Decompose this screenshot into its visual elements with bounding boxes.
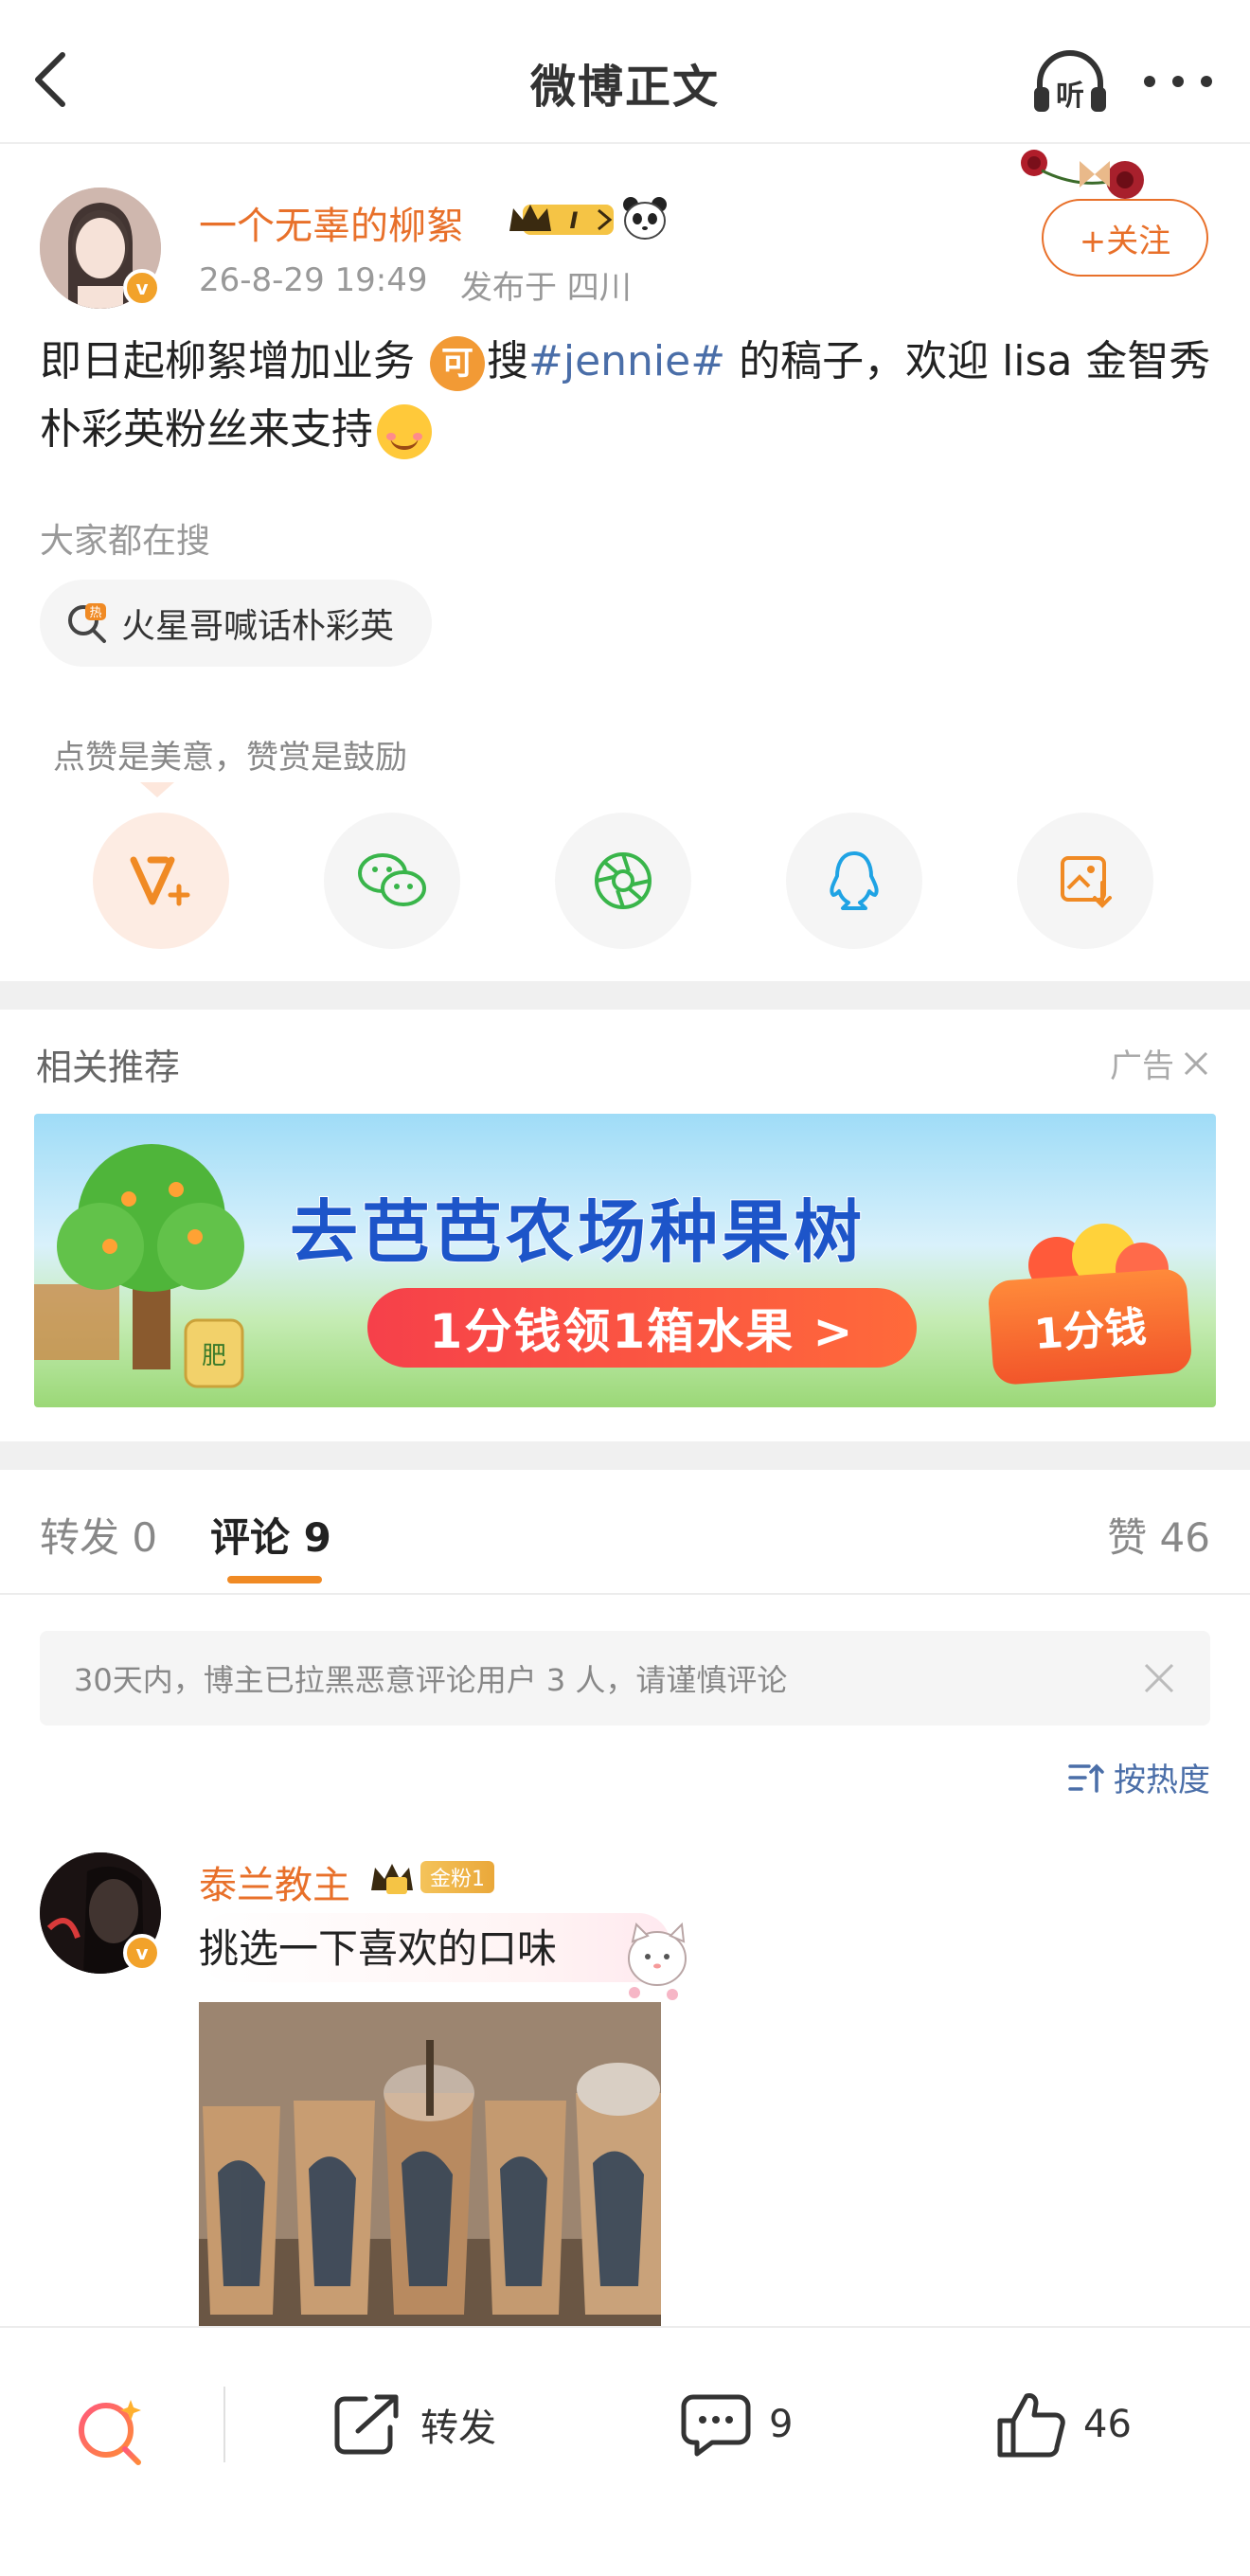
thumbs-up-icon [997,2393,1065,2458]
tabs-divider [0,1593,1250,1595]
section-divider [0,1441,1250,1470]
member-crown-badge: I [509,205,614,235]
post-text: 即日起柳絮增加业务 [40,337,428,385]
fruit-tree-illustration: 肥 [34,1144,244,1388]
follow-button[interactable]: +关注 [1042,199,1208,277]
ad-banner[interactable]: 肥 去芭芭农场种果树 1分钱领1箱水果 > 1分钱 [34,1114,1216,1407]
trending-search-chip[interactable]: 热 火星哥喊话朴彩英 [40,580,433,667]
post-content: 即日起柳絮增加业务 可搜#jennie# 的稿子，欢迎 lisa 金智秀 朴彩英… [40,328,1214,464]
moments-icon [595,852,652,909]
svg-text:热: 热 [89,606,101,620]
cat-sticker-icon [628,1922,687,2000]
svg-text:I: I [570,207,579,234]
recommend-title: 相关推荐 [36,1046,181,1088]
qq-icon [830,851,879,910]
trending-search-label: 大家都在搜 [40,522,211,561]
more-dot [1144,76,1155,87]
bottom-divider [223,2387,225,2462]
commenter-name[interactable]: 泰兰教主 [199,1854,350,1909]
trending-search-chip-label: 火星哥喊话朴彩英 [121,607,395,646]
v-plus-icon [130,856,190,906]
share-qq-button[interactable] [786,813,922,949]
gold-fan-badge: 金粉1 [420,1861,494,1893]
close-icon [1184,1051,1208,1075]
active-tab-indicator [227,1576,322,1583]
wechat-icon [358,853,426,906]
commenter-badges: 金粉1 [367,1858,494,1896]
bottom-action-bar: 转发 9 46 [0,2326,1250,2576]
svg-text:肥: 肥 [202,1342,226,1370]
verified-badge: v [123,1934,161,1972]
listen-button[interactable]: 听 [1030,45,1110,117]
repost-icon [334,2394,399,2455]
more-dot [1201,76,1212,87]
like-count: 46 [1083,2403,1132,2446]
save-image-icon [1061,856,1112,908]
headphones-icon: 听 [1034,50,1106,113]
topic-link[interactable]: #jennie# [528,337,725,385]
verified-badge: v [123,269,161,307]
ad-cta-button[interactable]: 1分钱领1箱水果 > [367,1288,917,1368]
ad-label: 广告 [1110,1047,1174,1085]
comment-count: 9 [769,2403,794,2446]
ad-close-button[interactable]: 广告 [1110,1040,1212,1086]
crown-icon [371,1864,413,1894]
more-button[interactable] [1144,55,1212,108]
coin-emoji-icon: 可 [430,336,485,391]
close-icon[interactable] [1142,1661,1176,1695]
repost-label: 转发 [420,2406,496,2450]
reward-tip: 点赞是美意，赞赏是鼓励 [53,739,407,777]
comment-text: 挑选一下喜欢的口味 [199,1913,671,1982]
milk-tea-cups-image [199,2002,661,2328]
post-search-text: 搜 [487,337,528,385]
save-image-button[interactable] [1017,813,1153,949]
post-time: 26-8-29 19:49 [199,261,428,299]
more-dot [1172,76,1184,87]
tab-comment[interactable]: 评论 9 [210,1506,331,1564]
search-icon[interactable] [72,2394,148,2470]
panda-icon [623,197,667,240]
author-name[interactable]: 一个无辜的柳絮 [199,195,464,250]
comment-icon [681,2394,751,2457]
hot-search-icon: 热 [68,603,106,643]
share-wechat-button[interactable] [324,813,460,949]
tab-repost[interactable]: 转发 0 [40,1506,157,1564]
repost-button[interactable]: 转发 [331,2387,496,2462]
reward-button[interactable] [93,813,229,949]
tip-arrow [140,782,174,797]
ad-price-basket: 1分钱 [987,1267,1193,1386]
smiling-face-emoji-icon [377,404,432,459]
share-row [93,813,1157,949]
listen-label: 听 [1056,80,1084,113]
post-location: 发布于 四川 [460,269,632,307]
section-divider [0,981,1250,1010]
sort-by-hot-button[interactable]: 按热度 [1066,1754,1210,1800]
comment-button[interactable]: 9 [680,2387,793,2462]
block-notice: 30天内，博主已拉黑恶意评论用户 3 人，请谨慎评论 [40,1631,1210,1726]
sort-icon [1068,1763,1104,1793]
top-nav-bar: 微博正文 听 [0,0,1250,144]
block-notice-text: 30天内，博主已拉黑恶意评论用户 3 人，请谨慎评论 [74,1662,788,1698]
ad-headline: 去芭芭农场种果树 [289,1191,866,1273]
comment-image[interactable] [199,2002,661,2328]
like-button[interactable]: 46 [994,2387,1132,2462]
share-moments-button[interactable] [555,813,691,949]
sort-label: 按热度 [1114,1762,1210,1799]
tab-like[interactable]: 赞 46 [1107,1506,1210,1564]
